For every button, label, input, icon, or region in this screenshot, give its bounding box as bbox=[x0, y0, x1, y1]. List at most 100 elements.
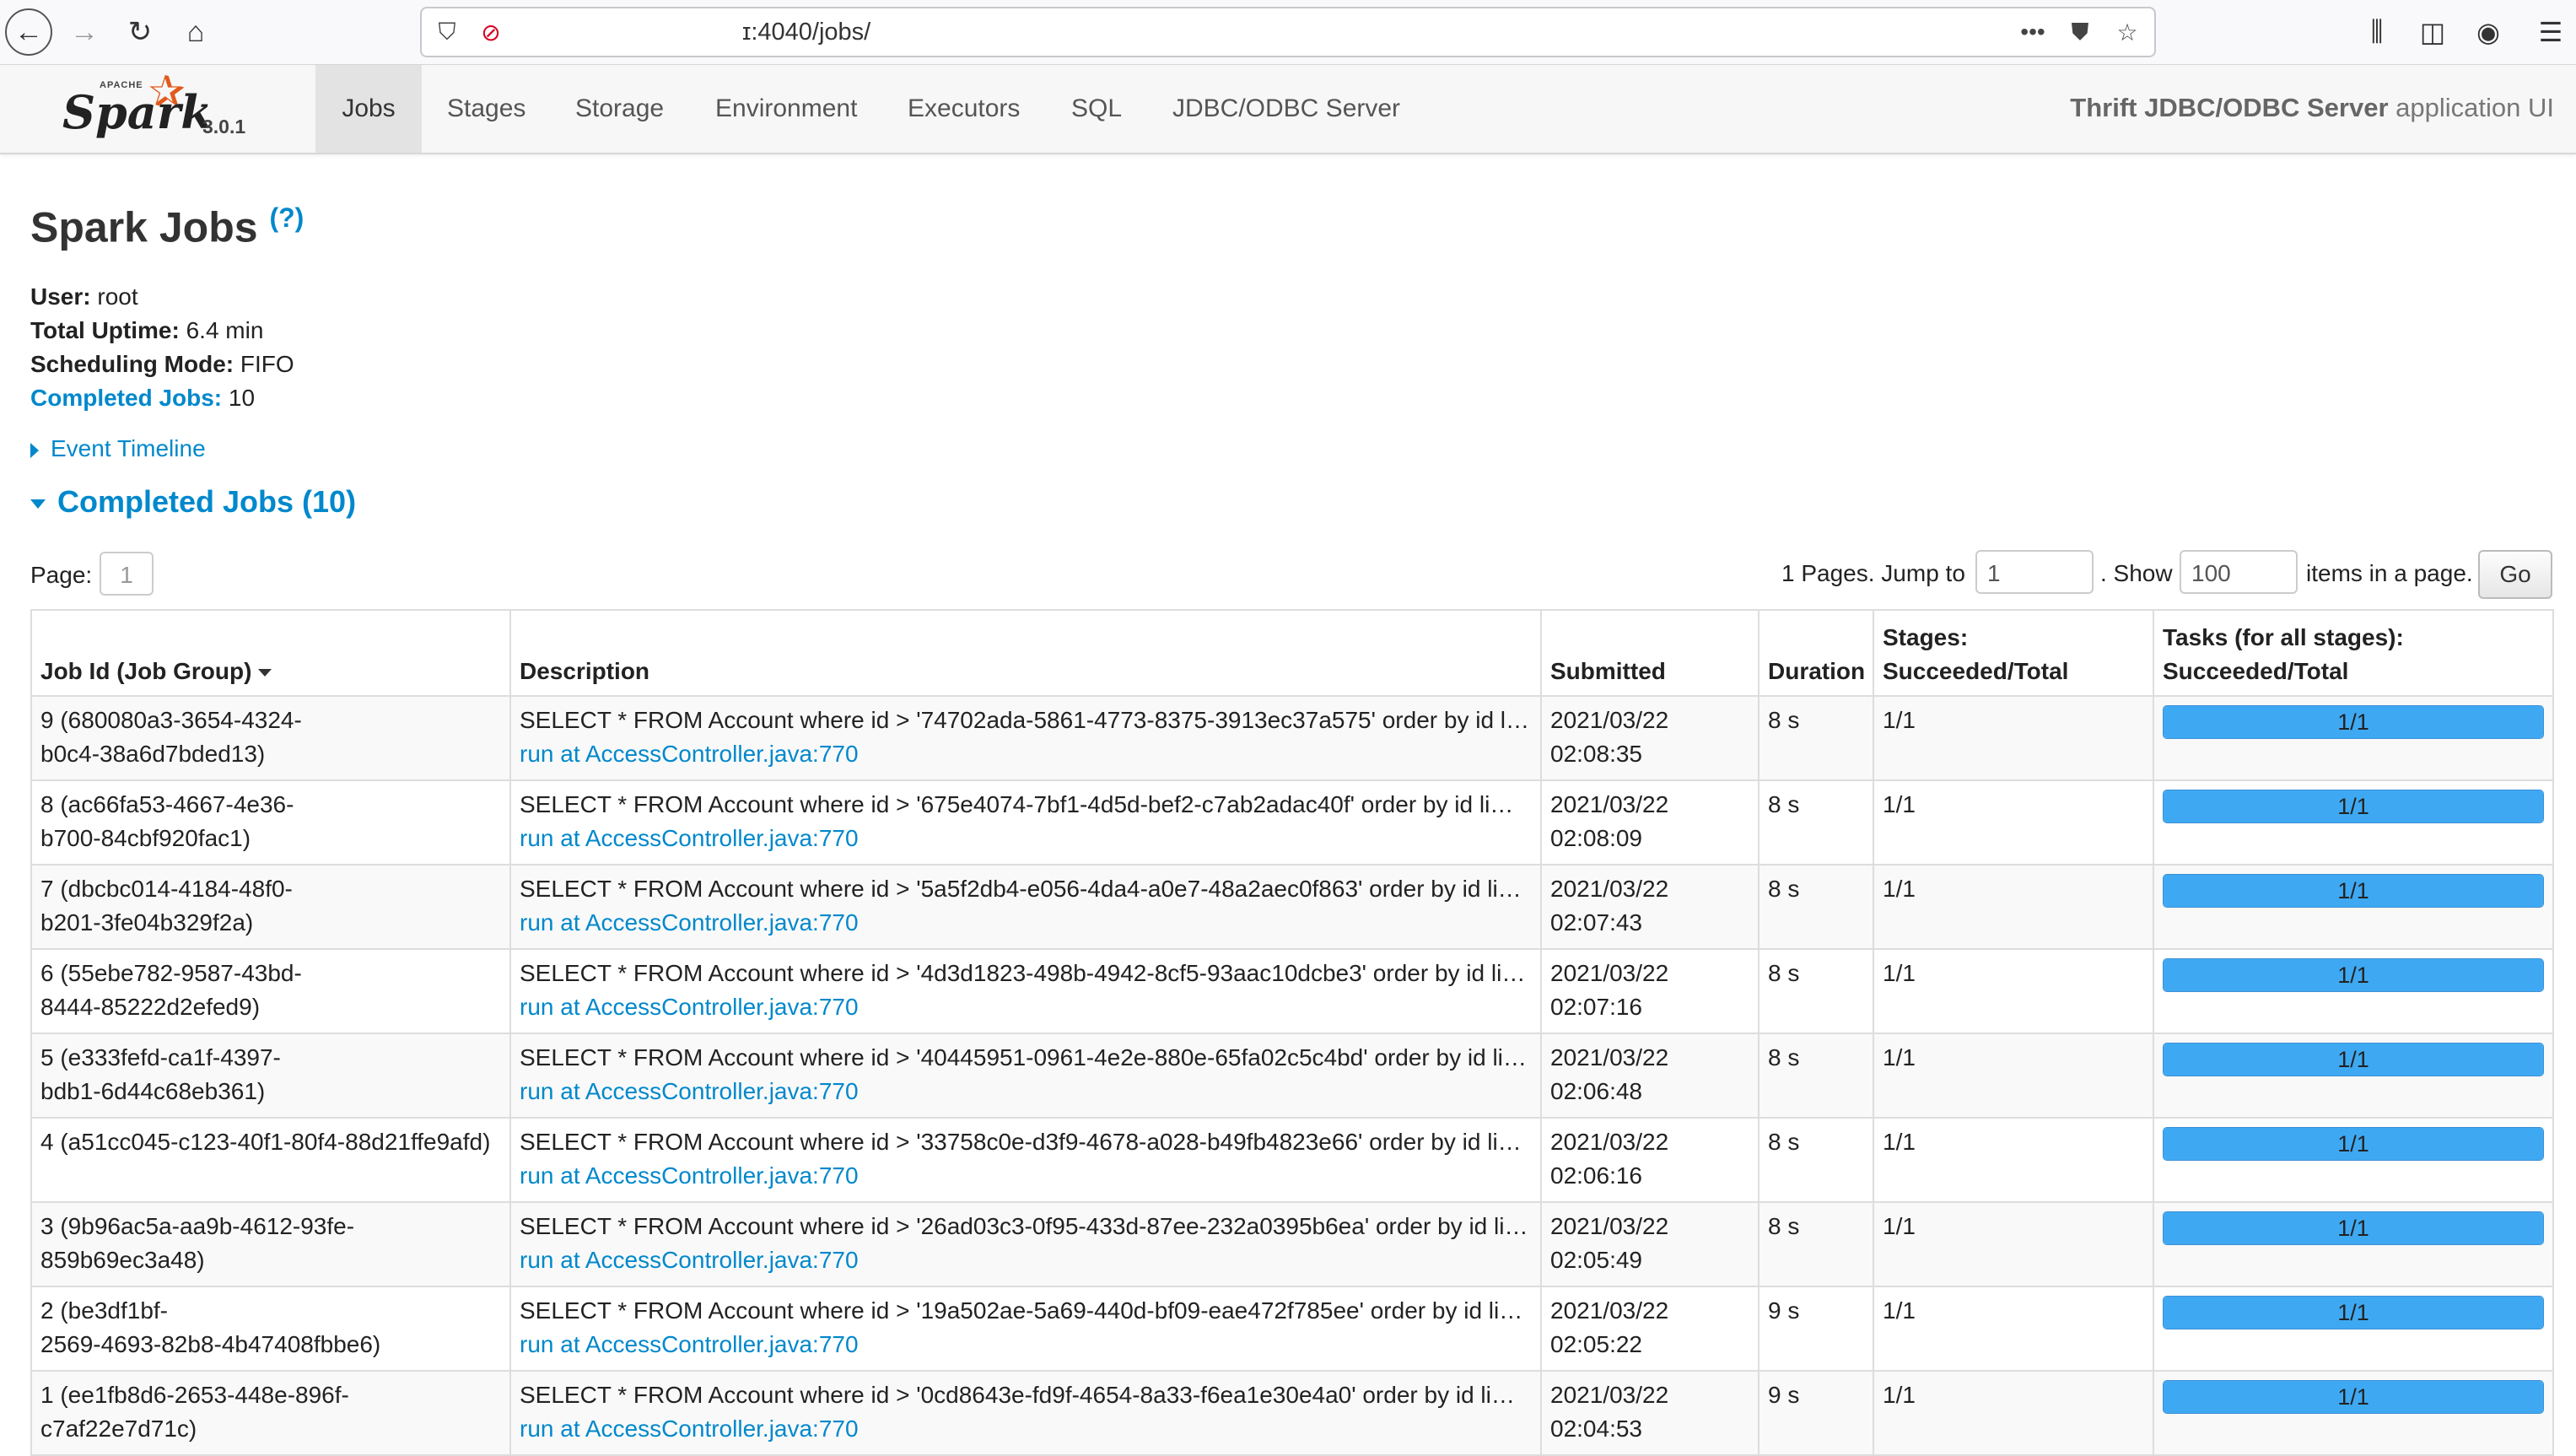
sidebar-icon[interactable]: ◫ bbox=[2412, 10, 2453, 54]
job-id-line-1: 7 (dbcbc014-4184-48f0- bbox=[40, 876, 293, 902]
show-text: . Show bbox=[2100, 560, 2173, 586]
job-callsite-link[interactable]: run at AccessController.java:770 bbox=[520, 1075, 1532, 1108]
spark-navbar: APACHE ✰ Spark 3.0.1 Jobs Stages Storage… bbox=[0, 65, 2576, 154]
summary-user: User: root bbox=[30, 283, 138, 310]
job-id-line-2: 8444-85222d2efed9) bbox=[40, 994, 261, 1020]
column-header-job-id[interactable]: Job Id (Job Group) bbox=[30, 609, 511, 697]
job-description: SELECT * FROM Account where id > '74702a… bbox=[520, 707, 1532, 733]
submitted-date: 2021/03/22 bbox=[1550, 1382, 1669, 1408]
account-icon[interactable]: ◉ bbox=[2468, 10, 2509, 54]
address-bar[interactable]: ⛉ ⊘ ɪ:4040/jobs/ ••• ⛊ ☆ bbox=[420, 7, 2156, 57]
job-id-line-2: c7af22e7d71c) bbox=[40, 1416, 197, 1442]
tab-jobs[interactable]: Jobs bbox=[315, 65, 422, 153]
tab-environment[interactable]: Environment bbox=[690, 65, 882, 153]
home-icon[interactable]: ⌂ bbox=[172, 8, 219, 56]
completed-jobs-toggle[interactable]: Completed Jobs (10) bbox=[30, 484, 356, 520]
stages-cell: 1/1 bbox=[1873, 1201, 2154, 1287]
column-header-duration[interactable]: Duration bbox=[1758, 609, 1874, 697]
tasks-progress-bar: 1/1 bbox=[2163, 1380, 2544, 1414]
forward-arrow-icon[interactable]: → bbox=[61, 8, 108, 56]
tasks-progress-bar: 1/1 bbox=[2163, 958, 2544, 992]
tasks-progress-bar: 1/1 bbox=[2163, 1043, 2544, 1076]
job-id-cell[interactable]: 6 (55ebe782-9587-43bd- 8444-85222d2efed9) bbox=[30, 948, 511, 1034]
job-id-cell[interactable]: 8 (ac66fa53-4667-4e36- b700-84cbf920fac1) bbox=[30, 779, 511, 866]
job-id-line-1: 5 (e333fefd-ca1f-4397- bbox=[40, 1044, 281, 1070]
submitted-date: 2021/03/22 bbox=[1550, 1297, 1669, 1324]
submitted-cell: 2021/03/22 02:08:35 bbox=[1540, 695, 1760, 781]
tasks-cell: 1/1 bbox=[2153, 779, 2554, 866]
tab-sql[interactable]: SQL bbox=[1046, 65, 1147, 153]
job-callsite-link[interactable]: run at AccessController.java:770 bbox=[520, 1412, 1532, 1446]
job-id-cell[interactable]: 9 (680080a3-3654-4324- b0c4-38a6d7bded13) bbox=[30, 695, 511, 781]
library-icon[interactable]: ⫼ bbox=[2357, 10, 2397, 54]
job-id-cell[interactable]: 5 (e333fefd-ca1f-4397- bdb1-6d44c68eb361) bbox=[30, 1033, 511, 1119]
more-dots-icon[interactable]: ••• bbox=[2016, 15, 2050, 49]
bookmark-star-icon[interactable]: ☆ bbox=[2110, 15, 2144, 49]
tab-stages[interactable]: Stages bbox=[422, 65, 551, 153]
tasks-progress-label: 1/1 bbox=[2337, 709, 2369, 735]
help-link[interactable]: (?) bbox=[269, 202, 304, 233]
back-arrow-icon[interactable]: ← bbox=[5, 8, 52, 56]
summary-completed-jobs: Completed Jobs: 10 bbox=[30, 385, 256, 411]
column-header-description[interactable]: Description bbox=[509, 609, 1542, 697]
completed-jobs-table: Job Id (Job Group) Description Submitted… bbox=[30, 609, 2554, 1456]
shield-icon[interactable]: ⛉ bbox=[430, 15, 464, 49]
job-description: SELECT * FROM Account where id > '0cd864… bbox=[520, 1382, 1532, 1408]
items-text: items in a page. bbox=[2306, 560, 2473, 586]
job-callsite-link[interactable]: run at AccessController.java:770 bbox=[520, 1328, 1532, 1362]
duration-cell: 8 s bbox=[1758, 948, 1874, 1034]
job-id-cell[interactable]: 3 (9b96ac5a-aa9b-4612-93fe- 859b69ec3a48) bbox=[30, 1201, 511, 1287]
blocked-lock-icon[interactable]: ⊘ bbox=[474, 15, 508, 49]
reload-icon[interactable]: ↻ bbox=[116, 8, 164, 56]
job-callsite-link[interactable]: run at AccessController.java:770 bbox=[520, 906, 1532, 940]
submitted-time: 02:05:49 bbox=[1550, 1247, 1642, 1273]
submitted-time: 02:07:43 bbox=[1550, 909, 1642, 936]
job-callsite-link[interactable]: run at AccessController.java:770 bbox=[520, 1243, 1532, 1277]
completed-jobs-link[interactable]: Completed Jobs: bbox=[30, 385, 222, 411]
submitted-time: 02:08:09 bbox=[1550, 825, 1642, 851]
stages-cell: 1/1 bbox=[1873, 1117, 2154, 1203]
tab-storage[interactable]: Storage bbox=[550, 65, 689, 153]
column-header-submitted[interactable]: Submitted bbox=[1540, 609, 1760, 697]
job-callsite-link[interactable]: run at AccessController.java:770 bbox=[520, 822, 1532, 855]
submitted-cell: 2021/03/22 02:06:16 bbox=[1540, 1117, 1760, 1203]
job-id-line-1: 9 (680080a3-3654-4324- bbox=[40, 707, 302, 733]
spark-logo[interactable]: APACHE ✰ Spark 3.0.1 bbox=[56, 67, 258, 146]
go-button[interactable]: Go bbox=[2478, 550, 2552, 599]
tab-jdbc-odbc-server[interactable]: JDBC/ODBC Server bbox=[1147, 65, 1425, 153]
page-number-button[interactable]: 1 bbox=[100, 552, 154, 596]
submitted-date: 2021/03/22 bbox=[1550, 707, 1669, 733]
tasks-cell: 1/1 bbox=[2153, 1117, 2554, 1203]
job-callsite-link[interactable]: run at AccessController.java:770 bbox=[520, 737, 1532, 771]
tab-executors[interactable]: Executors bbox=[882, 65, 1045, 153]
description-cell: SELECT * FROM Account where id > '404459… bbox=[509, 1033, 1542, 1119]
job-id-cell[interactable]: 2 (be3df1bf- 2569-4693-82b8-4b47408fbbe6) bbox=[30, 1286, 511, 1372]
job-id-line-1: 3 (9b96ac5a-aa9b-4612-93fe- bbox=[40, 1213, 355, 1239]
job-id-cell[interactable]: 7 (dbcbc014-4184-48f0- b201-3fe04b329f2a) bbox=[30, 864, 511, 950]
job-id-cell[interactable]: 4 (a51cc045-c123-40f1-80f4-88d21ffe9afd) bbox=[30, 1117, 511, 1203]
submitted-date: 2021/03/22 bbox=[1550, 791, 1669, 817]
tasks-progress-bar: 1/1 bbox=[2163, 1211, 2544, 1245]
job-callsite-link[interactable]: run at AccessController.java:770 bbox=[520, 1159, 1532, 1193]
job-id-line-1: 1 (ee1fb8d6-2653-448e-896f- bbox=[40, 1382, 349, 1408]
jump-to-page-input[interactable]: 1 bbox=[1975, 550, 2094, 594]
submitted-cell: 2021/03/22 02:07:43 bbox=[1540, 864, 1760, 950]
pocket-icon[interactable]: ⛊ bbox=[2063, 15, 2097, 49]
job-id-cell[interactable]: 1 (ee1fb8d6-2653-448e-896f-c7af22e7d71c) bbox=[30, 1370, 511, 1456]
tasks-progress-label: 1/1 bbox=[2337, 963, 2369, 988]
job-id-line-2: 2569-4693-82b8-4b47408fbbe6) bbox=[40, 1331, 381, 1357]
tasks-progress-bar: 1/1 bbox=[2163, 705, 2544, 739]
brand-name: Spark bbox=[62, 85, 213, 139]
menu-icon[interactable]: ☰ bbox=[2530, 10, 2571, 54]
url-text[interactable]: ɪ:4040/jobs/ bbox=[742, 19, 870, 46]
table-row: 7 (dbcbc014-4184-48f0- b201-3fe04b329f2a)… bbox=[30, 864, 2554, 950]
duration-cell: 8 s bbox=[1758, 864, 1874, 950]
tasks-cell: 1/1 bbox=[2153, 864, 2554, 950]
duration-cell: 8 s bbox=[1758, 695, 1874, 781]
items-per-page-input[interactable]: 100 bbox=[2180, 550, 2298, 594]
tasks-cell: 1/1 bbox=[2153, 695, 2554, 781]
table-row: 4 (a51cc045-c123-40f1-80f4-88d21ffe9afd)… bbox=[30, 1117, 2554, 1203]
job-id-line-1: 8 (ac66fa53-4667-4e36- bbox=[40, 791, 294, 817]
event-timeline-toggle[interactable]: Event Timeline bbox=[30, 435, 206, 462]
job-callsite-link[interactable]: run at AccessController.java:770 bbox=[520, 990, 1532, 1024]
